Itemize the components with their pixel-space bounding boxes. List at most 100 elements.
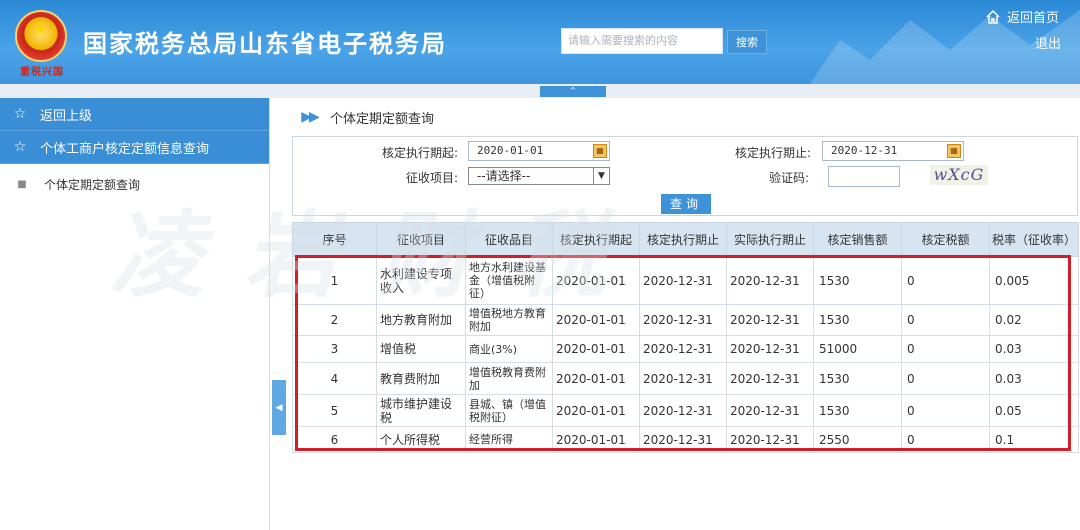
chevron-left-icon: ◀ (275, 402, 283, 413)
table-cell: 个人所得税 (376, 426, 466, 453)
star-outline-icon: ☆ (13, 106, 27, 122)
captcha-image[interactable]: wXcG (930, 165, 988, 185)
site-header: ★ 重税兴国 国家税务总局山东省电子税务局 搜索 返回首页 退出 (0, 0, 1080, 84)
table-cell: 经营所得 (465, 426, 553, 453)
calendar-icon[interactable]: ▦ (947, 144, 961, 158)
table-cell: 51000 (813, 335, 902, 363)
start-date-label: 核定执行期起: (382, 146, 459, 160)
start-date-field[interactable]: 2020-01-01 (468, 141, 610, 161)
main-content: ▶▶ 个体定期定额查询 核定执行期起: 2020-01-01 ▦ 核定执行期止:… (288, 98, 1080, 530)
query-form: 核定执行期起: 2020-01-01 ▦ 核定执行期止: 2020-12-31 … (292, 136, 1078, 216)
sidebar-item-label: 个体工商户核定定额信息查询 (40, 141, 210, 157)
search-button[interactable]: 搜索 (727, 30, 767, 54)
table-cell: 1530 (813, 304, 902, 336)
sidebar-subitem-fixed-quota[interactable]: ■ 个体定期定额查询 (0, 164, 269, 204)
quota-table: 序号 征收项目 征收品目 核定执行期起 核定执行期止 实际执行期止 核定销售额 … (292, 222, 1079, 453)
table-cell: 2020-01-01 (552, 362, 640, 395)
table-cell: 增值税教育费附加 (465, 362, 553, 395)
table-cell: 0.02 (989, 304, 1079, 336)
column-header: 核定税额 (901, 222, 990, 257)
page-title: 个体定期定额查询 (330, 111, 435, 127)
star-outline-icon: ☆ (13, 139, 27, 155)
table-cell: 3 (292, 335, 377, 363)
table-row: 1 水利建设专项收入 地方水利建设基金（增值税附征） 2020-01-01 20… (292, 256, 1079, 305)
column-header: 征收项目 (376, 222, 466, 257)
table-cell: 增值税 (376, 335, 466, 363)
table-cell: 2020-12-31 (639, 304, 727, 336)
table-cell: 0 (901, 426, 990, 453)
table-cell: 0 (901, 256, 990, 305)
table-cell: 2020-01-01 (552, 335, 640, 363)
table-cell: 1 (292, 256, 377, 305)
sidebar-item-query[interactable]: ☆ 个体工商户核定定额信息查询 (0, 131, 269, 164)
captcha-input[interactable] (828, 166, 900, 187)
table-cell: 增值税地方教育附加 (465, 304, 553, 336)
table-cell: 1530 (813, 394, 902, 427)
sidebar: ☆ 返回上级 ☆ 个体工商户核定定额信息查询 ■ 个体定期定额查询 (0, 98, 270, 530)
sidebar-subitem-label: 个体定期定额查询 (44, 177, 141, 192)
column-header: 征收品目 (465, 222, 553, 257)
emblem-caption: 重税兴国 (20, 67, 64, 78)
table-cell: 商业(3%) (465, 335, 553, 363)
search-input[interactable] (561, 28, 723, 54)
table-cell: 2020-12-31 (726, 394, 814, 427)
table-cell: 2020-01-01 (552, 394, 640, 427)
home-link[interactable]: 返回首页 (985, 7, 1059, 26)
table-cell: 0.03 (989, 362, 1079, 395)
table-cell: 地方教育附加 (376, 304, 466, 336)
table-cell: 0.1 (989, 426, 1079, 453)
table-cell: 2550 (813, 426, 902, 453)
collapse-header-button[interactable]: ^ (540, 86, 606, 97)
table-cell: 2020-12-31 (726, 335, 814, 363)
site-title: 国家税务总局山东省电子税务局 (83, 30, 447, 58)
collect-item-label: 征收项目: (406, 171, 459, 185)
table-cell: 水利建设专项收入 (376, 256, 466, 305)
table-cell: 2020-12-31 (639, 256, 727, 305)
table-row: 6 个人所得税 经营所得 2020-01-01 2020-12-31 2020-… (292, 426, 1079, 453)
table-cell: 城市维护建设税 (376, 394, 466, 427)
query-button[interactable]: 查询 (661, 194, 711, 214)
column-header: 税率（征收率） (989, 222, 1079, 257)
table-cell: 5 (292, 394, 377, 427)
table-cell: 2 (292, 304, 377, 336)
column-header: 实际执行期止 (726, 222, 814, 257)
table-row: 3 增值税 商业(3%) 2020-01-01 2020-12-31 2020-… (292, 335, 1079, 363)
chevron-down-icon: ▼ (593, 168, 609, 184)
table-cell: 地方水利建设基金（增值税附征） (465, 256, 553, 305)
table-cell: 2020-12-31 (726, 426, 814, 453)
end-date-field[interactable]: 2020-12-31 (822, 141, 964, 161)
table-cell: 2020-01-01 (552, 304, 640, 336)
sidebar-item-back[interactable]: ☆ 返回上级 (0, 98, 269, 131)
exit-link[interactable]: 退出 (1035, 33, 1061, 52)
home-link-label: 返回首页 (1007, 11, 1060, 26)
table-cell: 0 (901, 362, 990, 395)
table-cell: 4 (292, 362, 377, 395)
table-cell: 2020-12-31 (639, 394, 727, 427)
table-cell: 1530 (813, 362, 902, 395)
table-cell: 0 (901, 394, 990, 427)
table-cell: 1530 (813, 256, 902, 305)
calendar-icon[interactable]: ▦ (593, 144, 607, 158)
table-cell: 2020-12-31 (639, 362, 727, 395)
table-cell: 2020-01-01 (552, 426, 640, 453)
sidebar-toggle-button[interactable]: ◀ (272, 380, 286, 435)
table-cell: 0.005 (989, 256, 1079, 305)
home-icon (986, 9, 1000, 24)
table-row: 4 教育费附加 增值税教育费附加 2020-01-01 2020-12-31 2… (292, 362, 1079, 395)
end-date-label: 核定执行期止: (735, 146, 812, 160)
table-cell: 0 (901, 335, 990, 363)
table-row: 5 城市维护建设税 县城、镇（增值税附征） 2020-01-01 2020-12… (292, 394, 1079, 427)
column-header: 核定执行期起 (552, 222, 640, 257)
bullet-icon: ■ (17, 178, 27, 190)
table-cell: 0.03 (989, 335, 1079, 363)
table-header-row: 序号 征收项目 征收品目 核定执行期起 核定执行期止 实际执行期止 核定销售额 … (292, 222, 1079, 257)
page-heading: ▶▶ 个体定期定额查询 (288, 105, 434, 129)
national-emblem-icon: ★ (15, 10, 67, 62)
table-cell: 2020-12-31 (639, 426, 727, 453)
table-cell: 2020-01-01 (552, 256, 640, 305)
table-cell: 0.05 (989, 394, 1079, 427)
collect-item-select[interactable]: --请选择-- ▼ (468, 167, 610, 185)
table-cell: 6 (292, 426, 377, 453)
column-header: 序号 (292, 222, 377, 257)
captcha-label: 验证码: (769, 171, 810, 185)
